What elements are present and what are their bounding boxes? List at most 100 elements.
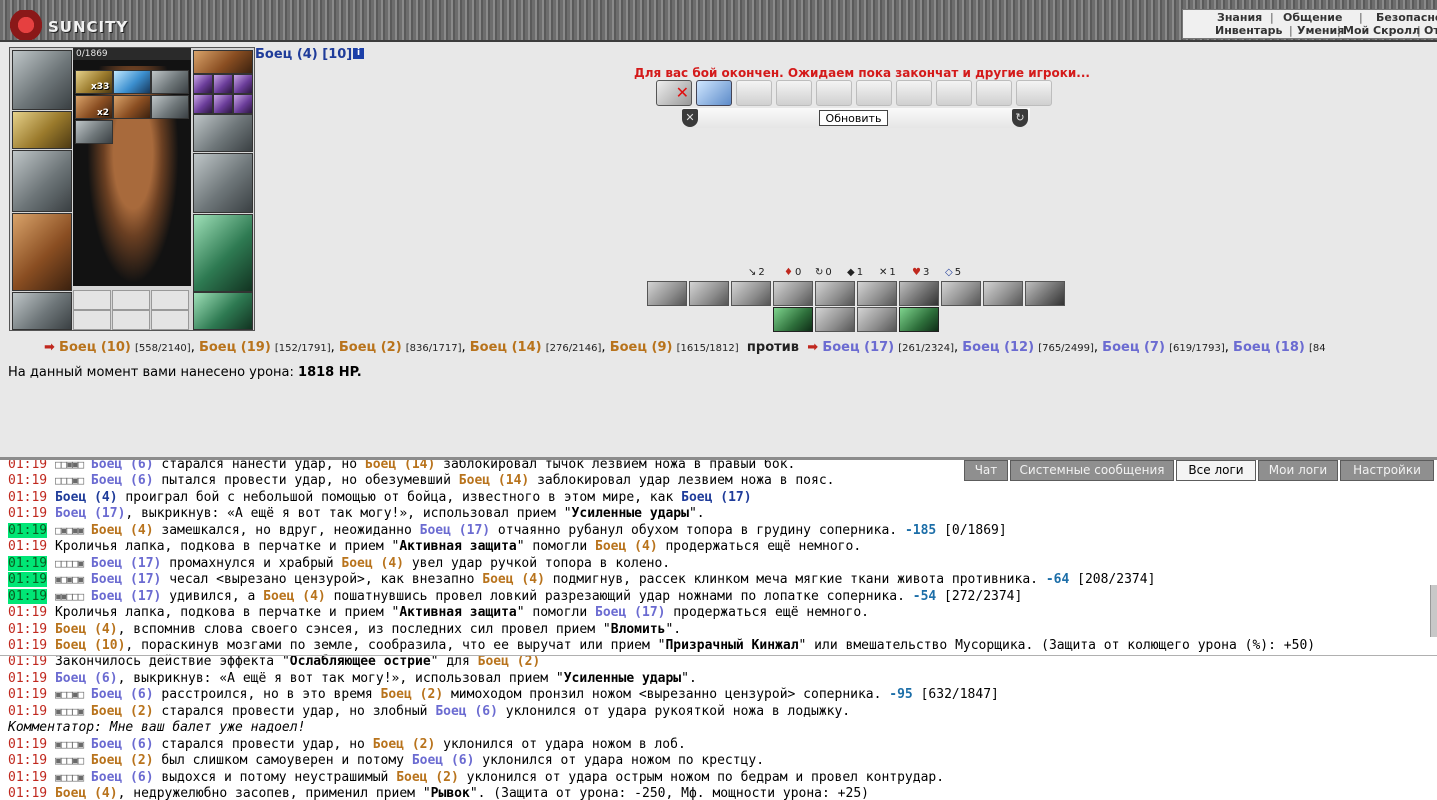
fighter-link[interactable]: Боец (4) bbox=[55, 622, 118, 637]
fighter-link[interactable]: Боец (17) bbox=[681, 490, 751, 505]
team1-fighter[interactable]: Боец (19) bbox=[199, 340, 271, 355]
scroll-slot-5[interactable] bbox=[113, 95, 151, 119]
fighter-link[interactable]: Боец (4) bbox=[55, 490, 118, 505]
scroll-slot-empty[interactable] bbox=[1016, 80, 1052, 106]
shield-icon[interactable]: ✕ bbox=[682, 109, 698, 127]
armor-slot[interactable] bbox=[12, 213, 72, 291]
scroll-slot-empty[interactable] bbox=[736, 80, 772, 106]
skill-button[interactable] bbox=[983, 281, 1023, 306]
skill-button[interactable] bbox=[815, 281, 855, 306]
fighter-link[interactable]: Боец (4) bbox=[91, 523, 154, 538]
skill-button[interactable] bbox=[773, 281, 813, 306]
team1-fighter[interactable]: Боец (9) bbox=[610, 340, 673, 355]
skill-button[interactable] bbox=[1025, 281, 1065, 306]
scroll-slot-empty[interactable] bbox=[776, 80, 812, 106]
helmet-slot[interactable] bbox=[12, 50, 72, 110]
info-icon[interactable]: i bbox=[353, 48, 364, 59]
skill-button[interactable] bbox=[815, 307, 855, 332]
nav-link-knowledge[interactable]: Знания bbox=[1217, 11, 1262, 24]
fighter-link[interactable]: Боец (17) bbox=[55, 506, 125, 521]
empty-slot[interactable] bbox=[151, 310, 189, 330]
empty-slot[interactable] bbox=[73, 310, 111, 330]
fighter-link[interactable]: Боец (4) bbox=[55, 786, 118, 800]
fighter-link[interactable]: Боец (4) bbox=[595, 539, 658, 554]
nav-link-safety[interactable]: Безопасно bbox=[1376, 11, 1437, 24]
fighter-link[interactable]: Боец (4) bbox=[341, 556, 404, 571]
skill-button[interactable] bbox=[647, 281, 687, 306]
fighter-link[interactable]: Боец (17) bbox=[91, 589, 161, 604]
fighter-link[interactable]: Боец (2) bbox=[91, 753, 154, 768]
fighter-link[interactable]: Боец (17) bbox=[91, 556, 161, 571]
weapon-slot[interactable] bbox=[12, 150, 72, 212]
battle-log[interactable]: 01:19 □□▣▣□ Боец (6) старался нанести уд… bbox=[0, 457, 1437, 800]
scroll-slot-2[interactable] bbox=[113, 70, 151, 94]
team2-fighter[interactable]: Боец (18) bbox=[1233, 340, 1305, 355]
skill-button-active[interactable] bbox=[773, 307, 813, 332]
fighter-link[interactable]: Боец (4) bbox=[482, 572, 545, 587]
team2-fighter[interactable]: Боец (12) bbox=[962, 340, 1034, 355]
empty-slot[interactable] bbox=[112, 290, 150, 310]
log-scrollbar[interactable] bbox=[1430, 585, 1437, 637]
offhand-slot[interactable] bbox=[193, 153, 253, 213]
fighter-link[interactable]: Боец (6) bbox=[91, 687, 154, 702]
nav-link-my-scroll[interactable]: Мой Скролл bbox=[1343, 24, 1420, 37]
scroll-slot-7[interactable] bbox=[75, 120, 113, 144]
skill-button[interactable] bbox=[899, 281, 939, 306]
nav-link-inventory[interactable]: Инвентарь bbox=[1215, 24, 1282, 37]
skill-button[interactable] bbox=[689, 281, 729, 306]
fighter-link[interactable]: Боец (6) bbox=[91, 473, 154, 488]
bracers-slot[interactable] bbox=[12, 111, 72, 149]
empty-slot[interactable] bbox=[73, 290, 111, 310]
fighter-link[interactable]: Боец (2) bbox=[373, 737, 436, 752]
fighter-link[interactable]: Боец (6) bbox=[412, 753, 475, 768]
fighter-name[interactable]: Боец (4) [10] bbox=[255, 47, 352, 62]
fighter-link[interactable]: Боец (6) bbox=[91, 737, 154, 752]
fighter-link[interactable]: Боец (2) bbox=[381, 687, 444, 702]
skill-button[interactable] bbox=[857, 307, 897, 332]
fighter-link[interactable]: Боец (2) bbox=[91, 704, 154, 719]
fighter-link[interactable]: Боец (6) bbox=[55, 671, 118, 686]
boots-slot[interactable] bbox=[193, 292, 253, 330]
fighter-link[interactable]: Боец (17) bbox=[595, 605, 665, 620]
gloves-slot[interactable] bbox=[193, 114, 253, 152]
fighter-link[interactable]: Боец (4) bbox=[263, 589, 326, 604]
fighter-link[interactable]: Боец (17) bbox=[420, 523, 490, 538]
fighter-link[interactable]: Боец (2) bbox=[396, 770, 459, 785]
scroll-slot-active[interactable] bbox=[696, 80, 732, 106]
shield-refresh-icon[interactable]: ↻ bbox=[1012, 109, 1028, 127]
empty-slot[interactable] bbox=[112, 310, 150, 330]
team1-fighter[interactable]: Боец (2) bbox=[339, 340, 402, 355]
belt-slot[interactable] bbox=[12, 292, 72, 330]
tab-my-logs[interactable]: Мои логи bbox=[1258, 460, 1338, 481]
ring-slot-6[interactable] bbox=[233, 94, 253, 114]
scroll-slot-3[interactable] bbox=[151, 70, 189, 94]
fighter-link[interactable]: Боец (14) bbox=[459, 473, 529, 488]
fighter-link[interactable]: Боец (10) bbox=[55, 638, 125, 653]
empty-slot[interactable] bbox=[151, 290, 189, 310]
scroll-slot-used[interactable]: ✕ bbox=[656, 80, 692, 106]
tab-all-logs[interactable]: Все логи bbox=[1176, 460, 1256, 481]
fighter-link[interactable]: Боец (6) bbox=[91, 770, 154, 785]
nav-link-communication[interactable]: Общение bbox=[1283, 11, 1342, 24]
fighter-link[interactable]: Боец (14) bbox=[365, 460, 435, 472]
ring-slot-1[interactable] bbox=[193, 74, 213, 94]
fighter-link[interactable]: Боец (17) bbox=[91, 572, 161, 587]
scroll-slot-empty[interactable] bbox=[896, 80, 932, 106]
fighter-link[interactable]: Боец (2) bbox=[478, 654, 541, 669]
team1-fighter[interactable]: Боец (14) bbox=[470, 340, 542, 355]
leggings-slot[interactable] bbox=[193, 214, 253, 292]
team2-fighter[interactable]: Боец (17) bbox=[822, 340, 894, 355]
skill-button[interactable] bbox=[941, 281, 981, 306]
scroll-slot-6[interactable] bbox=[151, 95, 189, 119]
tab-settings[interactable]: Настройки bbox=[1340, 460, 1434, 481]
refresh-button[interactable]: Обновить bbox=[819, 110, 888, 126]
fighter-link[interactable]: Боец (6) bbox=[435, 704, 498, 719]
ring-slot-5[interactable] bbox=[213, 94, 233, 114]
scroll-slot-empty[interactable] bbox=[936, 80, 972, 106]
scroll-slot-empty[interactable] bbox=[976, 80, 1012, 106]
tab-chat[interactable]: Чат bbox=[964, 460, 1008, 481]
suncity-logo[interactable]: SUNCITY bbox=[0, 8, 250, 40]
team1-fighter[interactable]: Боец (10) bbox=[59, 340, 131, 355]
tab-system-messages[interactable]: Системные сообщения bbox=[1010, 460, 1174, 481]
skill-button[interactable] bbox=[857, 281, 897, 306]
